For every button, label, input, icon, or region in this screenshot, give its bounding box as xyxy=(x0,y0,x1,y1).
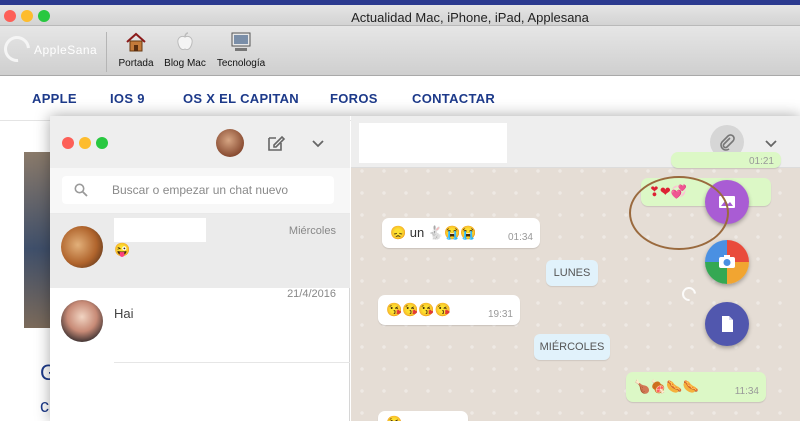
camera-icon xyxy=(719,255,735,268)
toolbar-divider xyxy=(106,32,107,72)
chat-list-panel: Miércoles 😜 21/4/2016 Hai xyxy=(50,116,350,421)
chat-last-message: 😜 xyxy=(114,242,131,257)
message-text: 😞 un 🐇😭😭 xyxy=(390,225,477,240)
chat-last-message: Hai xyxy=(114,306,134,321)
whatsapp-window: Miércoles 😜 21/4/2016 Hai 01:21 xyxy=(50,116,800,421)
window-title: Actualidad Mac, iPhone, iPad, Applesana xyxy=(351,10,589,25)
message-text: 😘😘😘😘 xyxy=(386,302,451,317)
chat-timestamp: Miércoles xyxy=(288,225,336,237)
nav-link-osx[interactable]: OS X EL CAPITAN xyxy=(183,91,299,106)
search-area xyxy=(50,168,350,214)
zoom-window-button[interactable] xyxy=(96,137,108,149)
toolbar-item-label: Portada xyxy=(118,58,154,69)
incoming-message: 😘😘😘😘 19:31 xyxy=(378,295,520,325)
apple-icon xyxy=(177,32,193,51)
document-button[interactable] xyxy=(705,302,749,346)
date-separator: LUNES xyxy=(546,260,598,286)
home-icon xyxy=(126,32,146,52)
toolbar-item-blog-mac[interactable]: Blog Mac xyxy=(162,30,208,69)
contact-name-redacted[interactable] xyxy=(359,123,507,163)
minimize-window-button[interactable] xyxy=(79,137,91,149)
search-box xyxy=(62,176,334,204)
outgoing-message: 01:21 xyxy=(671,152,781,168)
article-text-fragment: c xyxy=(40,396,49,416)
compose-icon[interactable] xyxy=(266,133,286,153)
chevron-down-icon[interactable] xyxy=(310,135,326,151)
message-time: 01:21 xyxy=(748,156,774,167)
search-input[interactable] xyxy=(112,176,327,204)
camera-button[interactable] xyxy=(705,240,749,284)
message-text: 🍗🍖🌭🌭 xyxy=(634,379,699,394)
outgoing-message: 🍗🍖🌭🌭 11:34 xyxy=(626,372,766,402)
toolbar-item-label: Blog Mac xyxy=(164,58,206,69)
profile-avatar[interactable] xyxy=(216,129,244,157)
search-icon xyxy=(74,183,88,197)
article-image xyxy=(24,152,52,328)
paperclip-icon xyxy=(720,134,735,151)
chat-name-redacted xyxy=(114,218,206,242)
chat-timestamp: 21/4/2016 xyxy=(287,288,336,300)
chat-list-header xyxy=(50,116,350,168)
applesana-logo-text: AppleSana xyxy=(34,43,98,57)
nav-link-contactar[interactable]: CONTACTAR xyxy=(412,91,495,106)
toolbar-item-label: Tecnología xyxy=(216,58,266,69)
site-navigation: APPLE IOS 9 OS X EL CAPITAN FOROS CONTAC… xyxy=(0,77,800,121)
chat-list-item[interactable]: 21/4/2016 Hai xyxy=(50,288,350,362)
message-time: 01:34 xyxy=(507,232,533,243)
toolbar-item-tecnologia[interactable]: Tecnología xyxy=(214,30,268,69)
computer-icon xyxy=(231,32,251,51)
highlight-annotation-circle xyxy=(629,176,729,250)
nav-link-ios9[interactable]: IOS 9 xyxy=(110,91,145,106)
incoming-message: 😘 xyxy=(378,411,468,421)
chat-divider xyxy=(114,362,350,363)
avatar xyxy=(61,226,103,268)
browser-toolbar: AppleSana Portada Blog Mac Tecnología xyxy=(0,26,800,76)
mac-titlebar: Actualidad Mac, iPhone, iPad, Applesana xyxy=(0,0,800,26)
conversation-panel: 01:21 ❣❤💞 😞 un 🐇😭😭 01:34 LUNES 😘😘😘😘 19:3… xyxy=(351,116,800,421)
chat-list-item[interactable]: Miércoles 😜 xyxy=(50,214,350,288)
message-text: 😘 xyxy=(386,415,402,421)
date-separator: MIÉRCOLES xyxy=(534,334,610,360)
nav-link-apple[interactable]: APPLE xyxy=(32,91,77,106)
title-accent-line xyxy=(0,0,800,5)
close-window-button[interactable] xyxy=(62,137,74,149)
toolbar-item-portada[interactable]: Portada xyxy=(116,30,156,69)
document-icon xyxy=(722,316,733,332)
chevron-down-icon[interactable] xyxy=(763,135,779,151)
incoming-message: 😞 un 🐇😭😭 01:34 xyxy=(382,218,540,248)
avatar xyxy=(61,300,103,342)
message-time: 11:34 xyxy=(734,386,759,397)
applesana-logo-icon xyxy=(0,30,36,68)
nav-link-foros[interactable]: FOROS xyxy=(330,91,378,106)
message-time: 19:31 xyxy=(487,309,513,320)
